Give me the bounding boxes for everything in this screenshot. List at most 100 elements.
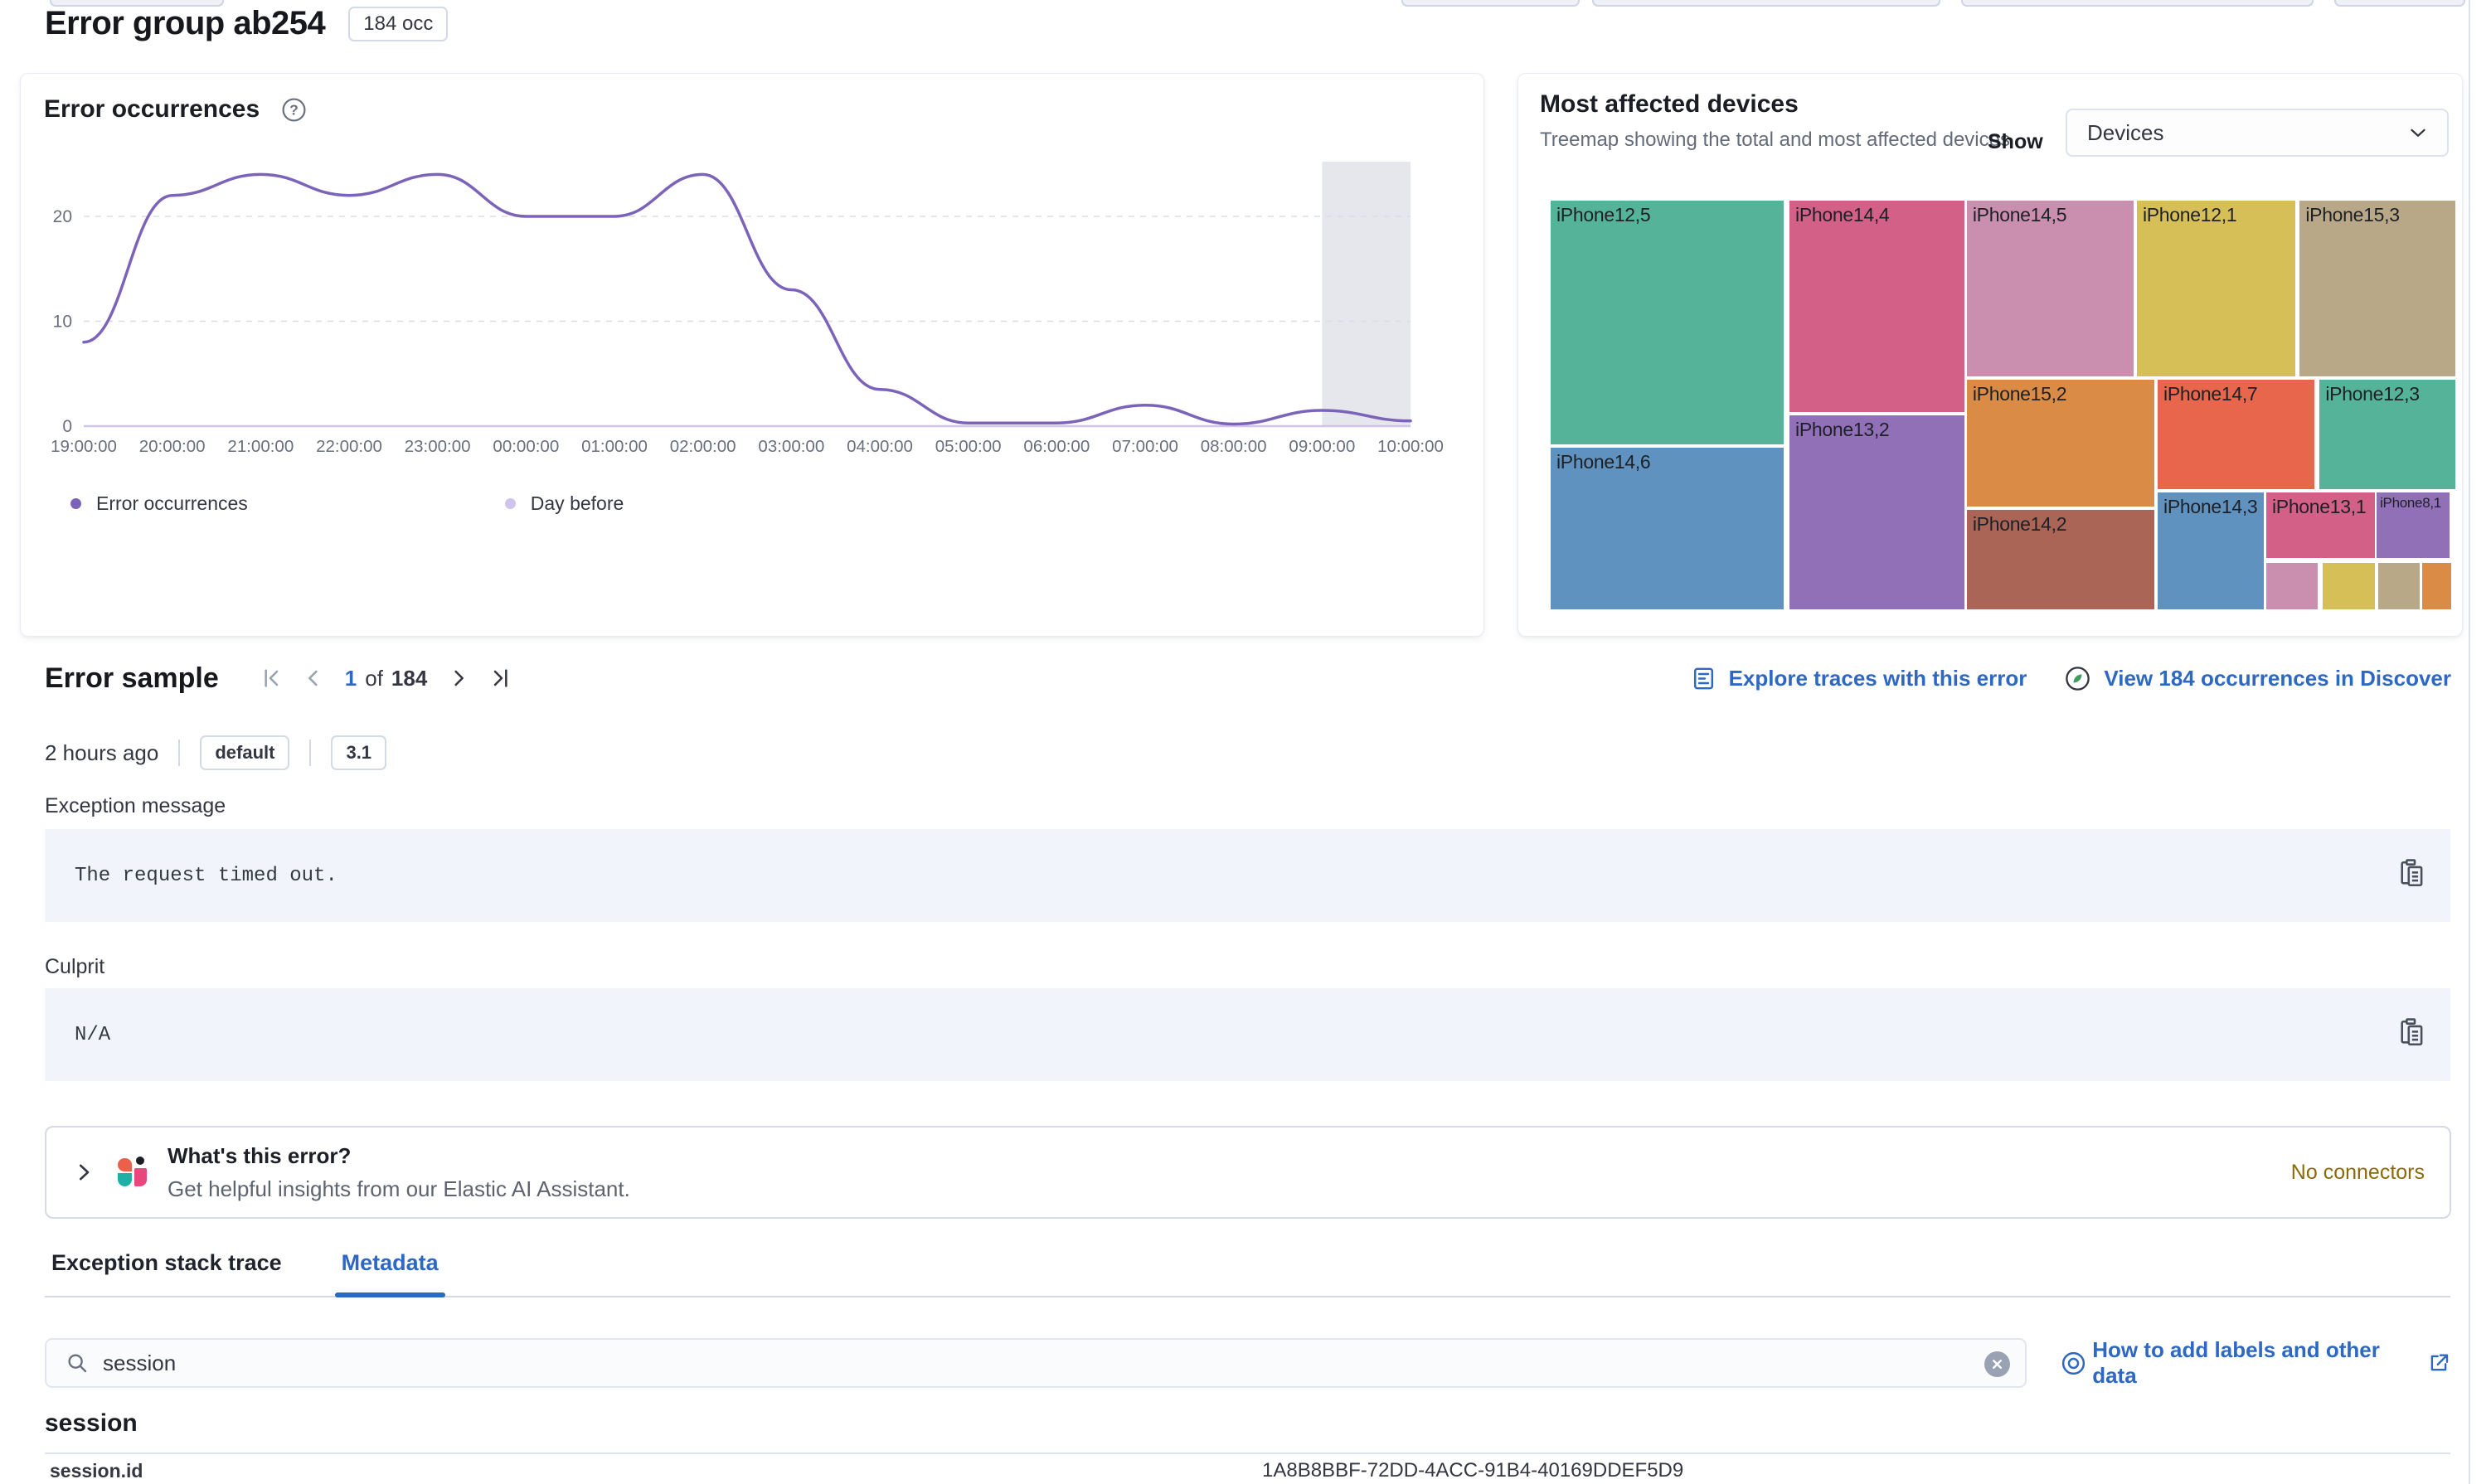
discover-compass-icon xyxy=(2063,664,2092,693)
legend-dot-occurrences xyxy=(70,498,81,509)
scrollbar-track-line[interactable] xyxy=(2469,0,2470,1484)
treemap-cell[interactable]: iPhone15,2 xyxy=(1967,380,2154,507)
assistant-title: What's this error? xyxy=(168,1143,630,1169)
treemap-cell-label: iPhone14,6 xyxy=(1551,448,1784,477)
metadata-key: session.id xyxy=(45,1460,1262,1482)
view-in-discover-label: View 184 occurrences in Discover xyxy=(2104,666,2451,691)
treemap-cell[interactable]: iPhone14,7 xyxy=(2158,380,2314,489)
treemap-cell[interactable] xyxy=(2378,563,2420,609)
search-input[interactable] xyxy=(103,1340,2025,1386)
svg-text:20: 20 xyxy=(53,207,72,226)
top-toolbar-remnant xyxy=(1961,0,2314,7)
svg-text:05:00:00: 05:00:00 xyxy=(935,437,1002,456)
treemap-cell[interactable]: iPhone12,3 xyxy=(2319,380,2455,489)
svg-text:0: 0 xyxy=(62,417,72,436)
svg-text:23:00:00: 23:00:00 xyxy=(405,437,471,456)
expand-chevron-icon[interactable] xyxy=(71,1160,96,1185)
devices-dropdown[interactable]: Devices xyxy=(2066,109,2449,157)
treemap-cell[interactable]: iPhone14,2 xyxy=(1967,510,2154,609)
exception-message-label: Exception message xyxy=(45,794,226,818)
treemap-cell-label: iPhone8,1 xyxy=(2377,492,2450,514)
occurrences-panel-title: Error occurrences xyxy=(44,95,260,124)
treemap-cell[interactable]: iPhone12,5 xyxy=(1551,201,1784,444)
first-page-button[interactable] xyxy=(255,662,289,695)
exception-message-block: The request timed out. xyxy=(45,829,2450,922)
trace-document-icon xyxy=(1690,665,1717,692)
svg-text:06:00:00: 06:00:00 xyxy=(1023,437,1090,456)
search-box[interactable] xyxy=(45,1338,2027,1388)
culprit-value: N/A xyxy=(45,1024,110,1046)
top-toolbar-remnant xyxy=(2334,0,2465,7)
copy-button[interactable] xyxy=(2392,856,2430,894)
legend-label: Error occurrences xyxy=(96,492,248,515)
svg-text:03:00:00: 03:00:00 xyxy=(758,437,824,456)
current-page: 1 xyxy=(345,666,357,691)
culprit-label: Culprit xyxy=(45,955,104,979)
next-page-button[interactable] xyxy=(442,662,475,695)
legend-dot-day-before xyxy=(505,498,516,509)
explore-traces-link[interactable]: Explore traces with this error xyxy=(1690,665,2027,692)
svg-text:00:00:00: 00:00:00 xyxy=(493,437,559,456)
total-pages: 184 xyxy=(391,666,427,691)
ai-assistant-banner[interactable]: What's this error? Get helpful insights … xyxy=(45,1126,2451,1219)
elastic-ai-assistant-icon xyxy=(118,1157,148,1188)
page-indicator: 1of184 xyxy=(345,666,428,691)
treemap-cell[interactable]: iPhone8,1 xyxy=(2377,492,2450,558)
treemap-cell-label: iPhone14,2 xyxy=(1967,510,2154,539)
treemap-cell-label: iPhone12,3 xyxy=(2319,380,2455,409)
svg-text:20:00:00: 20:00:00 xyxy=(139,437,206,456)
treemap-cell-label: iPhone14,3 xyxy=(2158,492,2264,521)
treemap-cell[interactable]: iPhone12,1 xyxy=(2137,201,2295,376)
legend-item-day-before[interactable]: Day before xyxy=(505,492,624,515)
sample-pagination: 1of184 xyxy=(255,662,517,695)
tab-metadata[interactable]: Metadata xyxy=(335,1245,445,1296)
treemap-cell[interactable]: iPhone14,5 xyxy=(1967,201,2134,376)
treemap-cell[interactable]: iPhone13,1 xyxy=(2266,492,2375,558)
help-icon[interactable]: ? xyxy=(281,97,307,123)
view-in-discover-link[interactable]: View 184 occurrences in Discover xyxy=(2063,664,2451,693)
treemap-cell-label: iPhone14,4 xyxy=(1789,201,1964,230)
treemap-cell[interactable] xyxy=(2422,563,2451,609)
copy-button[interactable] xyxy=(2392,1015,2430,1053)
occurrences-chart-svg[interactable]: 0102019:00:0020:00:0021:00:0022:00:0023:… xyxy=(46,157,1455,459)
error-sample-title: Error sample xyxy=(45,662,219,695)
environment-badge: default xyxy=(200,735,289,770)
clear-search-icon[interactable] xyxy=(1984,1351,2010,1377)
previous-page-button[interactable] xyxy=(297,662,330,695)
version-badge: 3.1 xyxy=(331,735,386,770)
svg-text:09:00:00: 09:00:00 xyxy=(1289,437,1355,456)
tab-exception-stack-trace[interactable]: Exception stack trace xyxy=(45,1245,289,1296)
assistant-subtitle: Get helpful insights from our Elastic AI… xyxy=(168,1176,630,1202)
last-page-button[interactable] xyxy=(483,662,517,695)
most-affected-devices-panel: Most affected devices Treemap showing th… xyxy=(1517,73,2463,637)
timestamp: 2 hours ago xyxy=(45,740,158,766)
svg-text:08:00:00: 08:00:00 xyxy=(1201,437,1267,456)
treemap-cell[interactable] xyxy=(2323,563,2375,609)
legend-item-error-occurrences[interactable]: Error occurrences xyxy=(70,492,248,515)
treemap-cell[interactable]: iPhone14,6 xyxy=(1551,448,1784,609)
separator xyxy=(309,740,311,766)
treemap-cell-label: iPhone15,3 xyxy=(2299,201,2455,230)
treemap-cell-label: iPhone13,2 xyxy=(1789,415,1964,444)
svg-text:10:00:00: 10:00:00 xyxy=(1377,437,1444,456)
treemap-cell-label: iPhone12,1 xyxy=(2137,201,2295,230)
treemap-cell[interactable]: iPhone14,4 xyxy=(1789,201,1964,412)
external-link-icon xyxy=(2426,1351,2451,1375)
treemap-cell-label: iPhone12,5 xyxy=(1551,201,1784,230)
devices-treemap[interactable]: iPhone12,5 iPhone14,6 iPhone14,4 iPhone13,2… xyxy=(1551,201,2455,609)
treemap-cell[interactable]: iPhone15,3 xyxy=(2299,201,2455,376)
error-occurrences-panel: Error occurrences ? 0102019:00:0020:00:0… xyxy=(20,73,1484,637)
treemap-cell[interactable] xyxy=(2266,563,2318,609)
culprit-block: N/A xyxy=(45,988,2450,1081)
metadata-search-row: How to add labels and other data xyxy=(45,1338,2451,1388)
svg-text:07:00:00: 07:00:00 xyxy=(1112,437,1178,456)
sample-tabs: Exception stack trace Metadata xyxy=(45,1245,2450,1297)
top-toolbar-remnant xyxy=(1401,0,1580,7)
svg-text:21:00:00: 21:00:00 xyxy=(227,437,294,456)
devices-panel-title: Most affected devices xyxy=(1540,90,1799,119)
how-to-add-labels-link[interactable]: How to add labels and other data xyxy=(2060,1337,2451,1389)
occurrence-count-badge: 184 occ xyxy=(348,7,448,41)
treemap-cell[interactable]: iPhone13,2 xyxy=(1789,415,1964,609)
treemap-cell[interactable]: iPhone14,3 xyxy=(2158,492,2264,609)
page-title: Error group ab254 xyxy=(45,5,325,42)
